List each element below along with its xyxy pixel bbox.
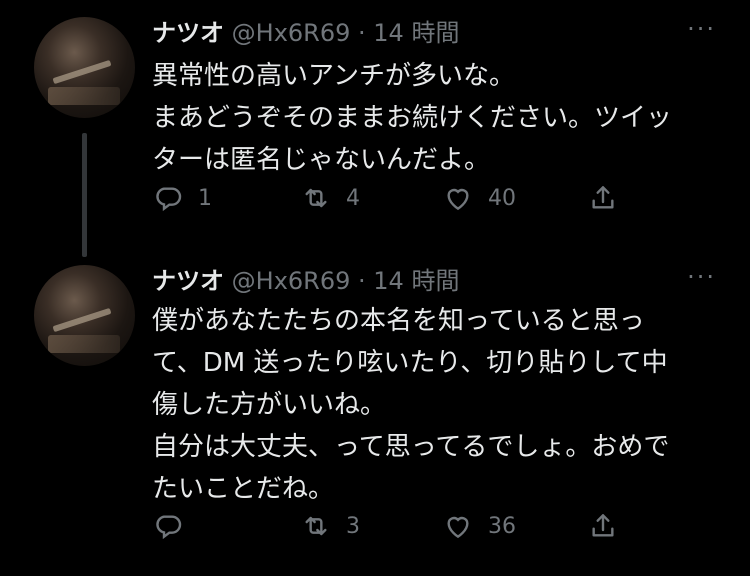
like-button[interactable]: 40 — [442, 178, 516, 218]
retweet-count: 4 — [346, 185, 360, 211]
tweet-line: 傷した方がいいね。 — [152, 390, 387, 420]
share-icon — [592, 514, 614, 537]
tweet-line: て、DM 送ったり呟いたり、切り貼りして中 — [152, 348, 668, 378]
tweet-line: まあどうぞそのままお続けください。ツイッ — [152, 103, 673, 133]
like-icon — [447, 516, 469, 539]
like-icon — [447, 188, 469, 211]
tweet-text: 異常性の高いアンチが多いな。 まあどうぞそのままお続けください。ツイッ ターは匿… — [152, 55, 722, 181]
tweet-text: 僕があなたたちの本名を知っていると思っ て、DM 送ったり呟いたり、切り貼りして… — [152, 300, 722, 510]
display-name[interactable]: ナツオ — [152, 267, 224, 295]
like-button[interactable]: 36 — [442, 506, 516, 546]
like-count: 36 — [488, 513, 516, 539]
timestamp[interactable]: · 14 時間 — [358, 19, 459, 47]
retweet-button[interactable]: 3 — [300, 506, 360, 546]
more-options-icon[interactable]: ··· — [687, 263, 716, 291]
retweet-count: 3 — [346, 513, 360, 539]
tweet-line: ターは匿名じゃないんだよ。 — [152, 145, 491, 175]
tweet-line: 自分は大丈夫、って思ってるでしょ。おめで — [152, 432, 670, 462]
reply-icon — [156, 187, 182, 212]
share-button[interactable] — [587, 178, 619, 218]
retweet-button[interactable]: 4 — [300, 178, 360, 218]
user-handle[interactable]: @Hx6R69 — [232, 19, 351, 47]
thread-connector — [82, 133, 87, 257]
reply-count: 1 — [198, 185, 212, 211]
retweet-icon — [305, 516, 327, 536]
more-options-icon[interactable]: ··· — [687, 15, 716, 43]
share-icon — [592, 186, 614, 209]
tweet-header: ナツオ @Hx6R69 · 14 時間 — [152, 18, 459, 48]
tweet-actions: 3 36 — [152, 506, 632, 546]
tweet-line: 異常性の高いアンチが多いな。 — [152, 61, 515, 91]
display-name[interactable]: ナツオ — [152, 19, 224, 47]
reply-icon — [156, 515, 182, 540]
like-count: 40 — [488, 185, 516, 211]
avatar[interactable] — [34, 265, 135, 366]
tweet-line: 僕があなたたちの本名を知っていると思っ — [152, 306, 645, 336]
avatar[interactable] — [34, 17, 135, 118]
reply-button[interactable] — [152, 506, 198, 546]
tweet-actions: 1 4 40 — [152, 178, 632, 218]
share-button[interactable] — [587, 506, 619, 546]
tweet-header: ナツオ @Hx6R69 · 14 時間 — [152, 266, 459, 296]
user-handle[interactable]: @Hx6R69 — [232, 267, 351, 295]
timestamp[interactable]: · 14 時間 — [358, 267, 459, 295]
reply-button[interactable]: 1 — [152, 178, 212, 218]
retweet-icon — [305, 188, 327, 208]
tweet-line: たいことだね。 — [152, 474, 335, 504]
